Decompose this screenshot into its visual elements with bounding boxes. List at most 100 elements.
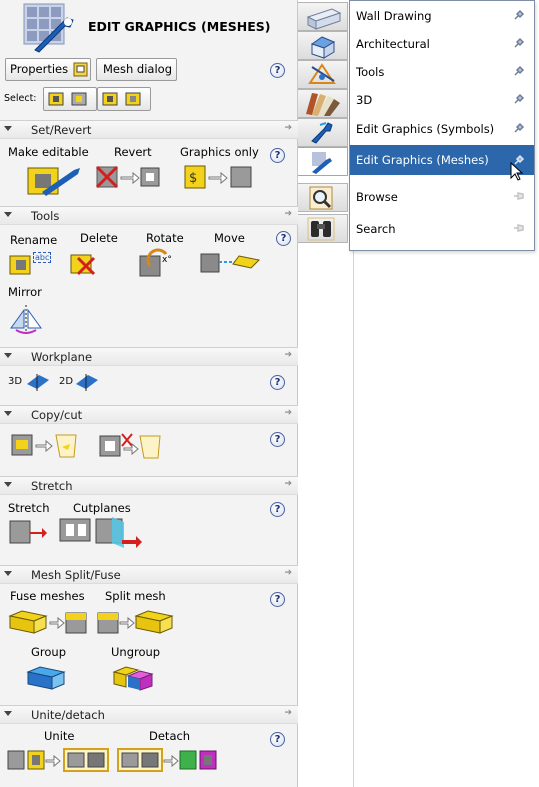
section-stretch-header[interactable]: Stretch ➔ (0, 476, 298, 495)
magnifier-icon (309, 186, 333, 210)
tab-edit-graphics-symbols[interactable] (298, 118, 348, 147)
workplane-2d-icon (76, 374, 98, 391)
workplane-2d-button[interactable]: 2D (59, 372, 101, 392)
section-copy-cut-header[interactable]: Copy/cut ➔ (0, 405, 298, 424)
select-mesh-alt-icon (102, 92, 141, 106)
pin-icon[interactable] (512, 36, 526, 50)
split-mesh-label: Split mesh (105, 589, 166, 603)
help-icon[interactable]: ? (270, 432, 285, 447)
revert-icon[interactable] (95, 164, 161, 190)
menu-item-3d[interactable]: 3D (350, 87, 534, 113)
rename-tag: abc (33, 252, 52, 263)
panel-header: EDIT GRAPHICS (MESHES) (0, 0, 298, 55)
pin-icon[interactable] (512, 8, 526, 22)
toolbox-tab-strip (298, 0, 354, 787)
menu-item-label: Browse (356, 190, 398, 204)
collapse-icon (4, 711, 12, 716)
section-mesh-split-fuse-header[interactable]: Mesh Split/Fuse ➔ (0, 565, 298, 584)
select-mesh-alt-toggle[interactable] (97, 87, 151, 111)
help-icon[interactable]: ? (270, 375, 285, 390)
ungroup-label: Ungroup (111, 645, 161, 659)
rename-button[interactable]: abc (8, 250, 60, 276)
select-mesh-toggle[interactable] (43, 87, 97, 111)
chevron-right-icon: ➔ (284, 408, 292, 418)
section-title: Copy/cut (31, 408, 83, 422)
chevron-right-icon: ➔ (284, 123, 292, 133)
menu-item-edit-graphics-symbols[interactable]: Edit Graphics (Symbols) (350, 116, 534, 142)
chevron-right-icon: ➔ (284, 209, 292, 219)
properties-button[interactable]: Properties (5, 58, 91, 81)
edit-graphics-panel: EDIT GRAPHICS (MESHES) Properties Mesh d… (0, 0, 298, 787)
pin-icon[interactable] (512, 121, 526, 135)
menu-item-browse[interactable]: Browse (350, 184, 534, 210)
mesh-dialog-button[interactable]: Mesh dialog (96, 58, 177, 81)
detach-label: Detach (149, 729, 191, 743)
menu-item-label: 3D (356, 93, 373, 107)
delete-icon[interactable] (68, 252, 98, 276)
rename-label: Rename (10, 233, 58, 247)
help-icon[interactable]: ? (276, 231, 291, 246)
section-workplane-header[interactable]: Workplane ➔ (0, 347, 298, 366)
tab-search[interactable] (298, 214, 348, 243)
pin-icon[interactable] (512, 92, 526, 106)
mirror-icon[interactable] (8, 302, 44, 334)
unite-icon[interactable] (6, 746, 112, 774)
section-unite-detach-header[interactable]: Unite/detach ➔ (0, 705, 298, 724)
help-icon[interactable]: ? (270, 502, 285, 517)
tab-tools[interactable] (298, 60, 348, 89)
move-label: Move (214, 231, 245, 245)
collapse-icon (4, 482, 12, 487)
section-title: Set/Revert (31, 123, 92, 137)
menu-item-label: Tools (356, 65, 385, 79)
menu-item-tools[interactable]: Tools (350, 59, 534, 85)
tab-wall-drawing[interactable] (298, 2, 348, 31)
fuse-meshes-icon[interactable] (8, 608, 88, 636)
rotate-icon[interactable]: x° (138, 248, 176, 278)
pin-icon[interactable] (512, 221, 526, 235)
stretch-label: Stretch (8, 501, 50, 515)
pin-icon[interactable] (512, 189, 526, 203)
menu-item-edit-graphics-meshes[interactable]: Edit Graphics (Meshes) (350, 145, 534, 175)
select-label: Select: (4, 93, 37, 104)
tab-3d[interactable] (298, 89, 348, 118)
cutplanes-icon[interactable] (94, 516, 146, 552)
pin-icon[interactable] (512, 64, 526, 78)
stretch-icon[interactable] (8, 518, 48, 546)
collapse-icon (4, 571, 12, 576)
help-icon[interactable]: ? (270, 63, 285, 78)
section-set-revert-header[interactable]: Set/Revert ➔ (0, 120, 298, 139)
menu-item-label: Wall Drawing (356, 9, 432, 23)
menu-item-search[interactable]: Search (350, 216, 534, 242)
move-icon[interactable] (199, 250, 263, 276)
menu-item-label: Architectural (356, 37, 430, 51)
tab-architectural[interactable] (298, 31, 348, 60)
menu-item-wall-drawing[interactable]: Wall Drawing (350, 3, 534, 29)
help-icon[interactable]: ? (270, 592, 285, 607)
menu-item-architectural[interactable]: Architectural (350, 31, 534, 57)
help-icon[interactable]: ? (270, 148, 285, 163)
split-mesh-icon[interactable] (96, 608, 176, 636)
rename-icon (9, 255, 31, 275)
tab-edit-graphics-meshes[interactable] (298, 147, 348, 176)
ungroup-icon[interactable] (112, 664, 156, 692)
workplane-3d-label: 3D (8, 376, 23, 387)
menu-item-label: Edit Graphics (Symbols) (356, 122, 495, 136)
cut-icon[interactable] (98, 430, 162, 462)
help-icon[interactable]: ? (270, 732, 285, 747)
tab-browse[interactable] (298, 183, 348, 212)
detach-icon[interactable] (116, 746, 222, 774)
properties-icon (73, 62, 88, 77)
workplane-3d-button[interactable]: 3D (8, 372, 50, 392)
delete-label: Delete (80, 231, 118, 245)
copy-icon[interactable] (10, 432, 82, 460)
make-editable-icon[interactable] (22, 162, 84, 198)
group-icon[interactable] (26, 664, 68, 692)
section-tools-header[interactable]: Tools ➔ (0, 206, 298, 225)
unite-label: Unite (44, 729, 75, 743)
graphics-only-icon[interactable]: $ (183, 163, 255, 191)
svg-text:$: $ (189, 171, 197, 186)
make-editable-label: Make editable (8, 145, 89, 159)
cutplanes-stretch-icon[interactable] (58, 516, 94, 544)
grid-wrench-icon (312, 152, 332, 174)
workplane-3d-icon (27, 374, 49, 391)
